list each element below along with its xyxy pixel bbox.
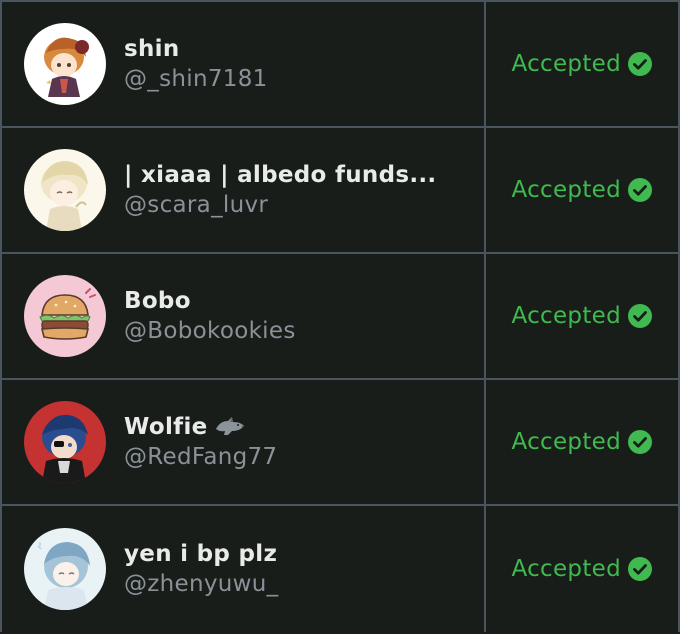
status-cell: Accepted	[486, 128, 680, 252]
user-cell[interactable]: Wolfie @RedFang77	[0, 380, 486, 504]
status-cell: Accepted	[486, 380, 680, 504]
display-name: | xiaaa | albedo funds...	[124, 162, 437, 188]
user-cell[interactable]: Bobo @Bobokookies	[0, 254, 486, 378]
avatar[interactable]	[24, 23, 106, 105]
display-name: Wolfie	[124, 412, 277, 442]
user-handle: @scara_luvr	[124, 192, 269, 218]
status-cell: Accepted	[486, 2, 680, 126]
check-circle-icon	[628, 557, 652, 581]
status-label: Accepted	[511, 177, 621, 203]
user-cell[interactable]: yen i bp plz @zhenyuwu_	[0, 506, 486, 632]
list-item[interactable]: | xiaaa | albedo funds... @scara_luvr Ac…	[0, 128, 680, 254]
status-cell: Accepted	[486, 506, 680, 632]
user-cell[interactable]: | xiaaa | albedo funds... @scara_luvr	[0, 128, 486, 252]
display-name-text: Wolfie	[124, 414, 208, 440]
check-circle-icon	[628, 178, 652, 202]
avatar[interactable]	[24, 149, 106, 231]
display-name: shin	[124, 36, 180, 62]
avatar[interactable]	[24, 401, 106, 483]
user-cell[interactable]: shin @_shin7181	[0, 2, 486, 126]
check-circle-icon	[628, 304, 652, 328]
status-label: Accepted	[511, 303, 621, 329]
check-circle-icon	[628, 52, 652, 76]
user-handle: @zhenyuwu_	[124, 571, 279, 597]
accepted-users-list: shin @_shin7181 Accepted | xiaaa | albed…	[0, 0, 680, 634]
status-label: Accepted	[511, 51, 621, 77]
status-cell: Accepted	[486, 254, 680, 378]
display-name: yen i bp plz	[124, 541, 278, 567]
list-item[interactable]: shin @_shin7181 Accepted	[0, 2, 680, 128]
status-label: Accepted	[511, 429, 621, 455]
status-label: Accepted	[511, 556, 621, 582]
avatar[interactable]	[24, 528, 106, 610]
avatar[interactable]	[24, 275, 106, 357]
list-item[interactable]: Bobo @Bobokookies Accepted	[0, 254, 680, 380]
user-handle: @Bobokookies	[124, 318, 296, 344]
user-handle: @_shin7181	[124, 66, 268, 92]
list-item[interactable]: Wolfie @RedFang77 Accepted	[0, 380, 680, 506]
display-name: Bobo	[124, 288, 191, 314]
check-circle-icon	[628, 430, 652, 454]
list-item[interactable]: yen i bp plz @zhenyuwu_ Accepted	[0, 506, 680, 632]
wolf-icon	[215, 417, 245, 435]
user-handle: @RedFang77	[124, 444, 278, 470]
